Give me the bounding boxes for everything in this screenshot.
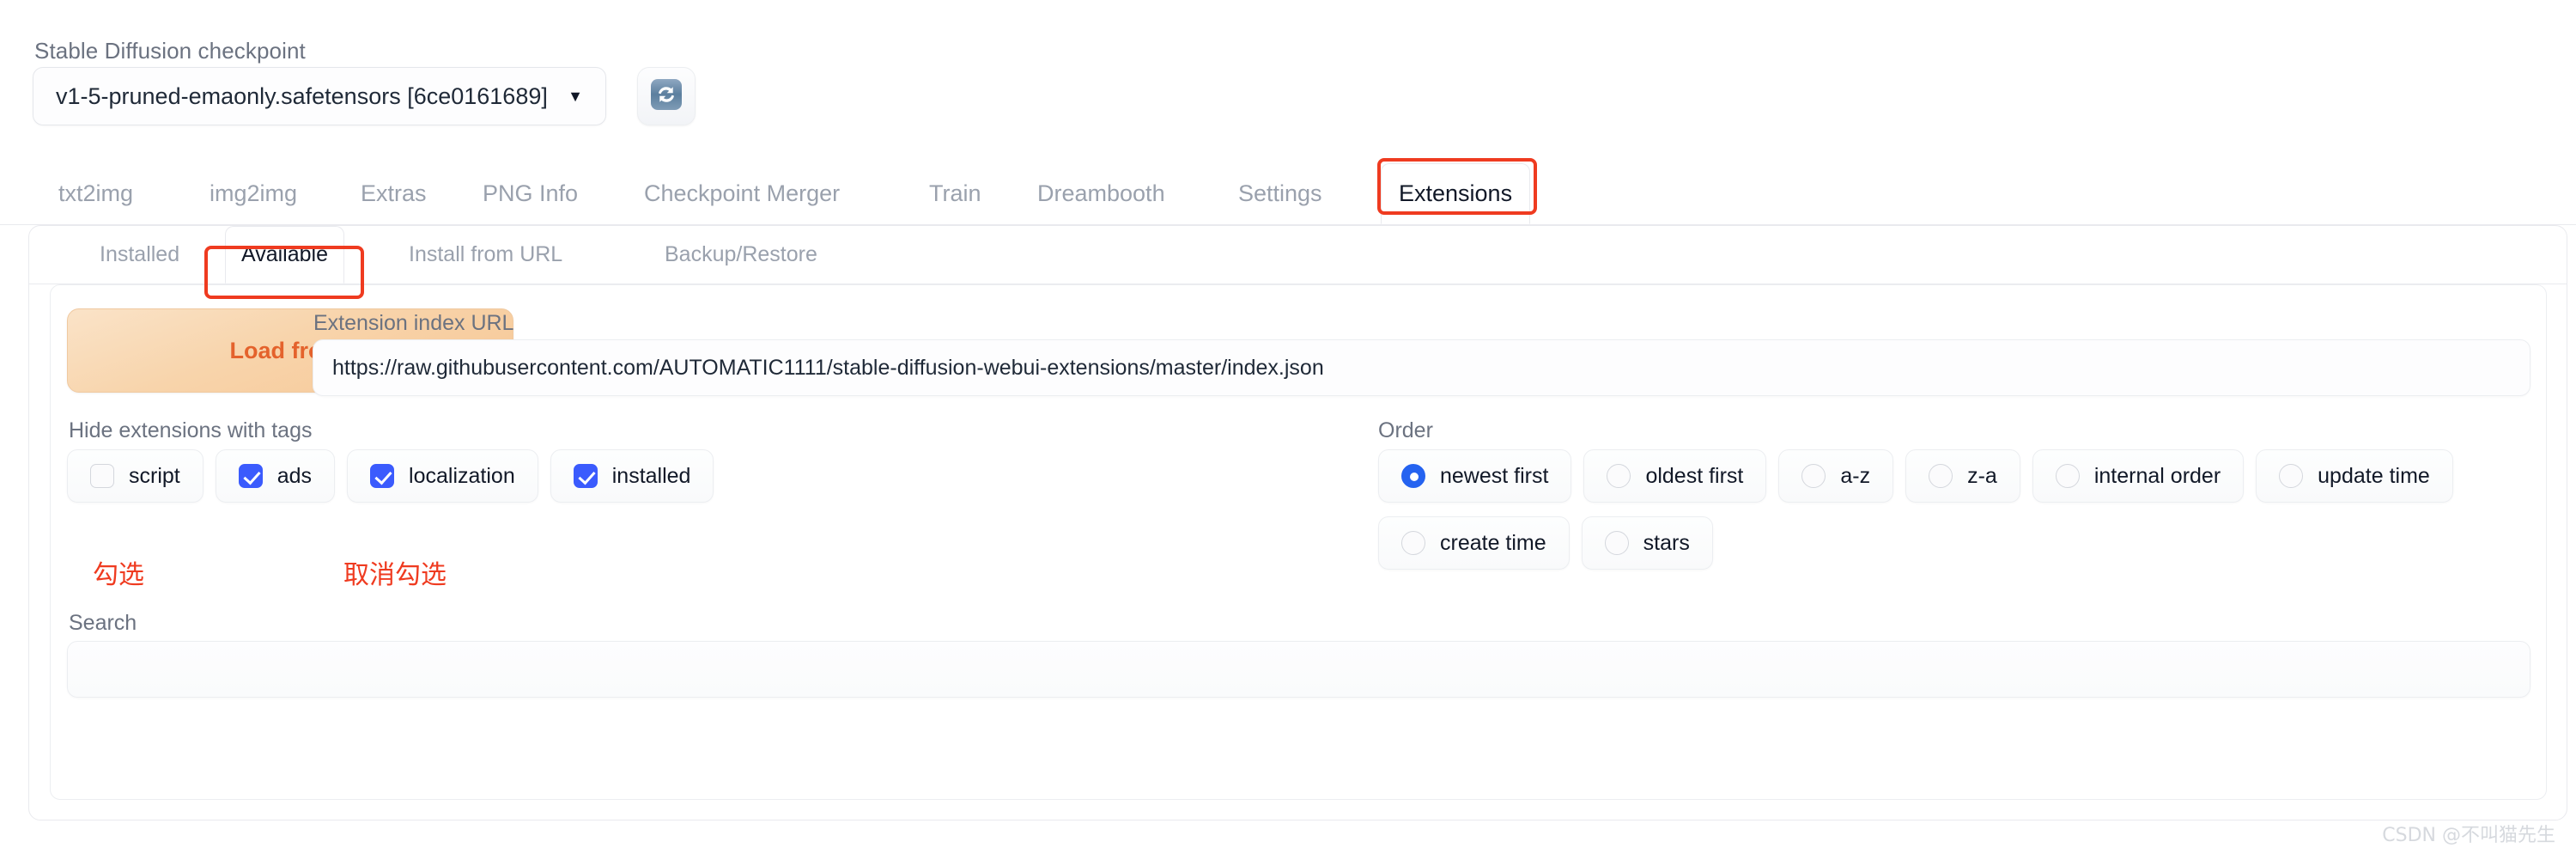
tab-label: img2img — [210, 180, 298, 206]
radio-icon — [1801, 464, 1826, 488]
radio-label: internal order — [2093, 463, 2221, 488]
radio-stars[interactable]: stars — [1581, 516, 1713, 570]
extension-index-url-input[interactable]: https://raw.githubusercontent.com/AUTOMA… — [313, 339, 2530, 396]
tab-label: Train — [929, 180, 981, 206]
checkbox-installed[interactable]: installed — [550, 449, 714, 503]
tab-extensions[interactable]: Extensions — [1381, 163, 1531, 224]
subtab-label: Install from URL — [409, 242, 563, 266]
radio-icon — [2279, 464, 2304, 488]
checkbox-checked-icon — [238, 464, 263, 488]
checkbox-label: ads — [276, 463, 313, 488]
tab-train[interactable]: Train — [912, 163, 999, 224]
radio-icon — [1929, 464, 1953, 488]
subtab-install-from-url[interactable]: Install from URL — [393, 226, 578, 284]
checkbox-ads[interactable]: ads — [215, 449, 336, 503]
tab-settings[interactable]: Settings — [1221, 163, 1340, 224]
checkpoint-select[interactable]: v1-5-pruned-emaonly.safetensors [6ce0161… — [33, 67, 606, 125]
tab-txt2img[interactable]: txt2img — [41, 163, 150, 224]
hide-tags-label: Hide extensions with tags — [69, 418, 313, 442]
tab-png-info[interactable]: PNG Info — [465, 163, 595, 224]
extensions-panel: Installed Available Install from URL Bac… — [28, 225, 2567, 820]
order-radio-group-row2: create time stars — [1378, 516, 1713, 570]
subtab-available[interactable]: Available — [225, 226, 345, 284]
radio-label: newest first — [1440, 463, 1549, 488]
radio-update-time[interactable]: update time — [2256, 449, 2453, 503]
tab-img2img[interactable]: img2img — [192, 163, 314, 224]
extensions-sub-tab-bar: Installed Available Install from URL Bac… — [29, 226, 2567, 284]
tab-label: Checkpoint Merger — [644, 180, 841, 206]
radio-oldest-first[interactable]: oldest first — [1583, 449, 1767, 503]
tab-dreambooth[interactable]: Dreambooth — [1020, 163, 1182, 224]
radio-label: oldest first — [1645, 463, 1744, 488]
radio-icon — [2055, 464, 2080, 488]
webui-page: Stable Diffusion checkpoint v1-5-pruned-… — [0, 0, 2576, 854]
chevron-down-icon: ▼ — [568, 87, 583, 105]
checkbox-label: script — [129, 463, 180, 488]
subtab-label: Available — [241, 242, 329, 266]
radio-icon — [1607, 464, 1631, 488]
refresh-checkpoints-button[interactable] — [637, 67, 696, 125]
tab-checkpoint-merger[interactable]: Checkpoint Merger — [627, 163, 857, 224]
tab-label: Extras — [361, 180, 427, 206]
radio-internal-order[interactable]: internal order — [2032, 449, 2245, 503]
radio-label: z-a — [1967, 463, 1997, 488]
search-input[interactable] — [67, 641, 2530, 698]
main-tab-bar: txt2img img2img Extras PNG Info Checkpoi… — [0, 163, 2576, 225]
checkbox-box-icon — [90, 464, 114, 488]
annotation-uncheck: 取消勾选 — [343, 560, 447, 590]
radio-label: create time — [1440, 530, 1546, 555]
subtab-installed[interactable]: Installed — [84, 226, 195, 284]
radio-selected-icon — [1401, 464, 1425, 488]
checkbox-script[interactable]: script — [67, 449, 204, 503]
radio-label: stars — [1643, 530, 1690, 555]
checkbox-label: localization — [409, 463, 515, 488]
tab-label: PNG Info — [483, 180, 579, 206]
tab-label: Extensions — [1399, 180, 1513, 206]
radio-icon — [1604, 531, 1629, 555]
radio-a-z[interactable]: a-z — [1778, 449, 1894, 503]
extension-index-url-value: https://raw.githubusercontent.com/AUTOMA… — [332, 355, 1324, 380]
radio-icon — [1401, 531, 1425, 555]
tab-extras[interactable]: Extras — [343, 163, 444, 224]
subtab-backup-restore[interactable]: Backup/Restore — [649, 226, 833, 284]
tab-label: txt2img — [58, 180, 134, 206]
radio-label: update time — [2318, 463, 2430, 488]
annotation-check: 勾选 — [93, 560, 144, 590]
watermark: CSDN @不叫猫先生 — [2382, 825, 2555, 846]
subtab-label: Installed — [100, 242, 180, 266]
checkbox-checked-icon — [573, 464, 598, 488]
radio-label: a-z — [1840, 463, 1871, 488]
checkbox-checked-icon — [370, 464, 395, 488]
subtab-label: Backup/Restore — [665, 242, 817, 266]
radio-create-time[interactable]: create time — [1378, 516, 1570, 570]
extension-index-url-label: Extension index URL — [313, 311, 514, 335]
checkbox-label: installed — [611, 463, 691, 488]
hide-tags-group: script ads localization installed — [67, 449, 714, 503]
checkpoint-label: Stable Diffusion checkpoint — [34, 38, 306, 64]
checkbox-localization[interactable]: localization — [347, 449, 538, 503]
order-radio-group-row1: newest first oldest first a-z z-a intern… — [1378, 449, 2453, 503]
order-label: Order — [1378, 418, 1433, 442]
radio-newest-first[interactable]: newest first — [1378, 449, 1572, 503]
tab-label: Dreambooth — [1037, 180, 1165, 206]
tab-label: Settings — [1238, 180, 1322, 206]
checkpoint-row: v1-5-pruned-emaonly.safetensors [6ce0161… — [33, 67, 696, 125]
radio-z-a[interactable]: z-a — [1905, 449, 2020, 503]
checkpoint-value: v1-5-pruned-emaonly.safetensors [6ce0161… — [56, 82, 548, 109]
search-label: Search — [69, 611, 137, 635]
refresh-icon — [649, 77, 683, 116]
available-extensions-form: Load from: Extension index URL https://r… — [50, 284, 2547, 800]
